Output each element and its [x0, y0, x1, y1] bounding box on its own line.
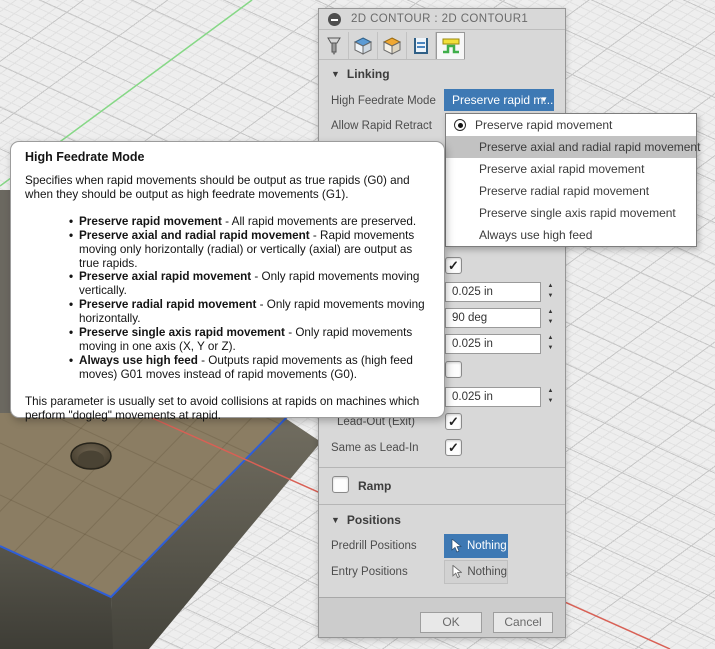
predrill-positions-label: Predrill Positions — [331, 540, 417, 552]
linking-spinner-2: ▲ ▼ — [544, 308, 557, 328]
divider — [319, 504, 565, 505]
heights-icon — [382, 36, 402, 55]
high-feedrate-tooltip: High Feedrate Mode Specifies when rapid … — [10, 141, 445, 422]
cursor-icon — [452, 565, 463, 579]
tab-passes[interactable] — [407, 32, 436, 59]
high-feedrate-dropdown[interactable]: Preserve rapid m... ▼ — [444, 89, 554, 111]
collapse-triangle-icon: ▼ — [331, 515, 340, 525]
tooltip-bullet: Preserve rapid movement - All rapid move… — [69, 215, 430, 229]
dropdown-option-4[interactable]: Preserve single axis rapid movement — [446, 202, 696, 224]
allow-rapid-retract-label: Allow Rapid Retract — [331, 120, 432, 132]
collapse-triangle-icon: ▼ — [331, 69, 340, 79]
divider — [319, 467, 565, 468]
chevron-down-icon: ▼ — [540, 95, 548, 104]
tooltip-footer: This parameter is usually set to avoid c… — [25, 394, 420, 422]
spin-down-icon[interactable]: ▼ — [544, 318, 557, 328]
tooltip-bullet: Preserve axial rapid movement - Only rap… — [69, 270, 430, 298]
tab-tool[interactable] — [320, 32, 349, 59]
dropdown-option-0[interactable]: Preserve rapid movement — [446, 114, 696, 136]
dialog-footer: OK Cancel — [319, 597, 565, 637]
cancel-button[interactable]: Cancel — [493, 612, 553, 633]
tooltip-bullet: Always use high feed - Outputs rapid mov… — [69, 354, 430, 382]
linking-input-1[interactable]: 0.025 in — [445, 282, 541, 302]
linking-checkbox-2[interactable] — [445, 361, 462, 378]
linking-spinner-1: ▲ ▼ — [544, 282, 557, 302]
spin-down-icon[interactable]: ▼ — [544, 292, 557, 302]
same-as-lead-in-checkbox[interactable]: ✓ — [445, 439, 462, 456]
model-hole-bottom — [78, 450, 104, 468]
tooltip-bullet: Preserve axial and radial rapid movement… — [69, 229, 430, 271]
high-feedrate-label: High Feedrate Mode — [331, 95, 436, 107]
predrill-positions-button[interactable]: Nothing — [444, 534, 508, 558]
tool-icon — [327, 37, 341, 55]
passes-icon — [414, 37, 428, 54]
spin-up-icon[interactable]: ▲ — [544, 387, 557, 397]
linking-input-3[interactable]: 0.025 in — [445, 334, 541, 354]
dropdown-option-1[interactable]: Preserve axial and radial rapid movement — [446, 136, 700, 158]
tab-geometry[interactable] — [349, 32, 378, 59]
entry-positions-label: Entry Positions — [331, 566, 408, 578]
tabstrip-divider — [319, 59, 465, 60]
dropdown-option-3[interactable]: Preserve radial rapid movement — [446, 180, 696, 202]
linking-input-4[interactable]: 0.025 in — [445, 387, 541, 407]
dialog-title: 2D CONTOUR : 2D CONTOUR1 — [351, 13, 529, 25]
linking-input-2[interactable]: 90 deg — [445, 308, 541, 328]
lead-out-checkbox[interactable]: ✓ — [445, 413, 462, 430]
geometry-icon — [353, 36, 373, 55]
ok-button[interactable]: OK — [420, 612, 482, 633]
dialog-titlebar[interactable]: 2D CONTOUR : 2D CONTOUR1 — [319, 9, 565, 30]
entry-positions-button[interactable]: Nothing — [444, 560, 508, 584]
linking-spinner-4: ▲ ▼ — [544, 387, 557, 407]
ramp-label: Ramp — [358, 479, 392, 493]
linking-checkbox-1[interactable]: ✓ — [445, 257, 462, 274]
dialog-tabstrip — [320, 32, 465, 60]
positions-section-header[interactable]: ▼ Positions — [331, 513, 401, 527]
spin-up-icon[interactable]: ▲ — [544, 334, 557, 344]
tooltip-title: High Feedrate Mode — [25, 150, 145, 164]
spin-down-icon[interactable]: ▼ — [544, 344, 557, 354]
tab-linking[interactable] — [436, 32, 465, 60]
linking-spinner-3: ▲ ▼ — [544, 334, 557, 354]
linking-icon — [442, 38, 459, 53]
high-feedrate-dropdown-list: Preserve rapid movement Preserve axial a… — [445, 113, 700, 247]
cursor-icon — [451, 539, 462, 553]
linking-section-header[interactable]: ▼ Linking — [331, 67, 390, 81]
dropdown-option-5[interactable]: Always use high feed — [446, 224, 696, 246]
ramp-checkbox[interactable] — [332, 476, 349, 493]
tooltip-bullet: Preserve single axis rapid movement - On… — [69, 326, 430, 354]
spin-up-icon[interactable]: ▲ — [544, 282, 557, 292]
tooltip-bullet: Preserve radial rapid movement - Only ra… — [69, 298, 430, 326]
cam-viewport: 2D CONTOUR : 2D CONTOUR1 ▼ Linking High … — [0, 0, 715, 649]
tooltip-intro: Specifies when rapid movements should be… — [25, 174, 410, 201]
spin-down-icon[interactable]: ▼ — [544, 397, 557, 407]
tab-heights[interactable] — [378, 32, 407, 59]
same-as-lead-in-label: Same as Lead-In — [331, 442, 419, 454]
dropdown-option-2[interactable]: Preserve axial rapid movement — [446, 158, 696, 180]
tooltip-bullet-list: Preserve rapid movement - All rapid move… — [69, 215, 430, 382]
radio-selected-icon — [454, 119, 466, 131]
dialog-grip-icon[interactable] — [328, 13, 341, 26]
spin-up-icon[interactable]: ▲ — [544, 308, 557, 318]
